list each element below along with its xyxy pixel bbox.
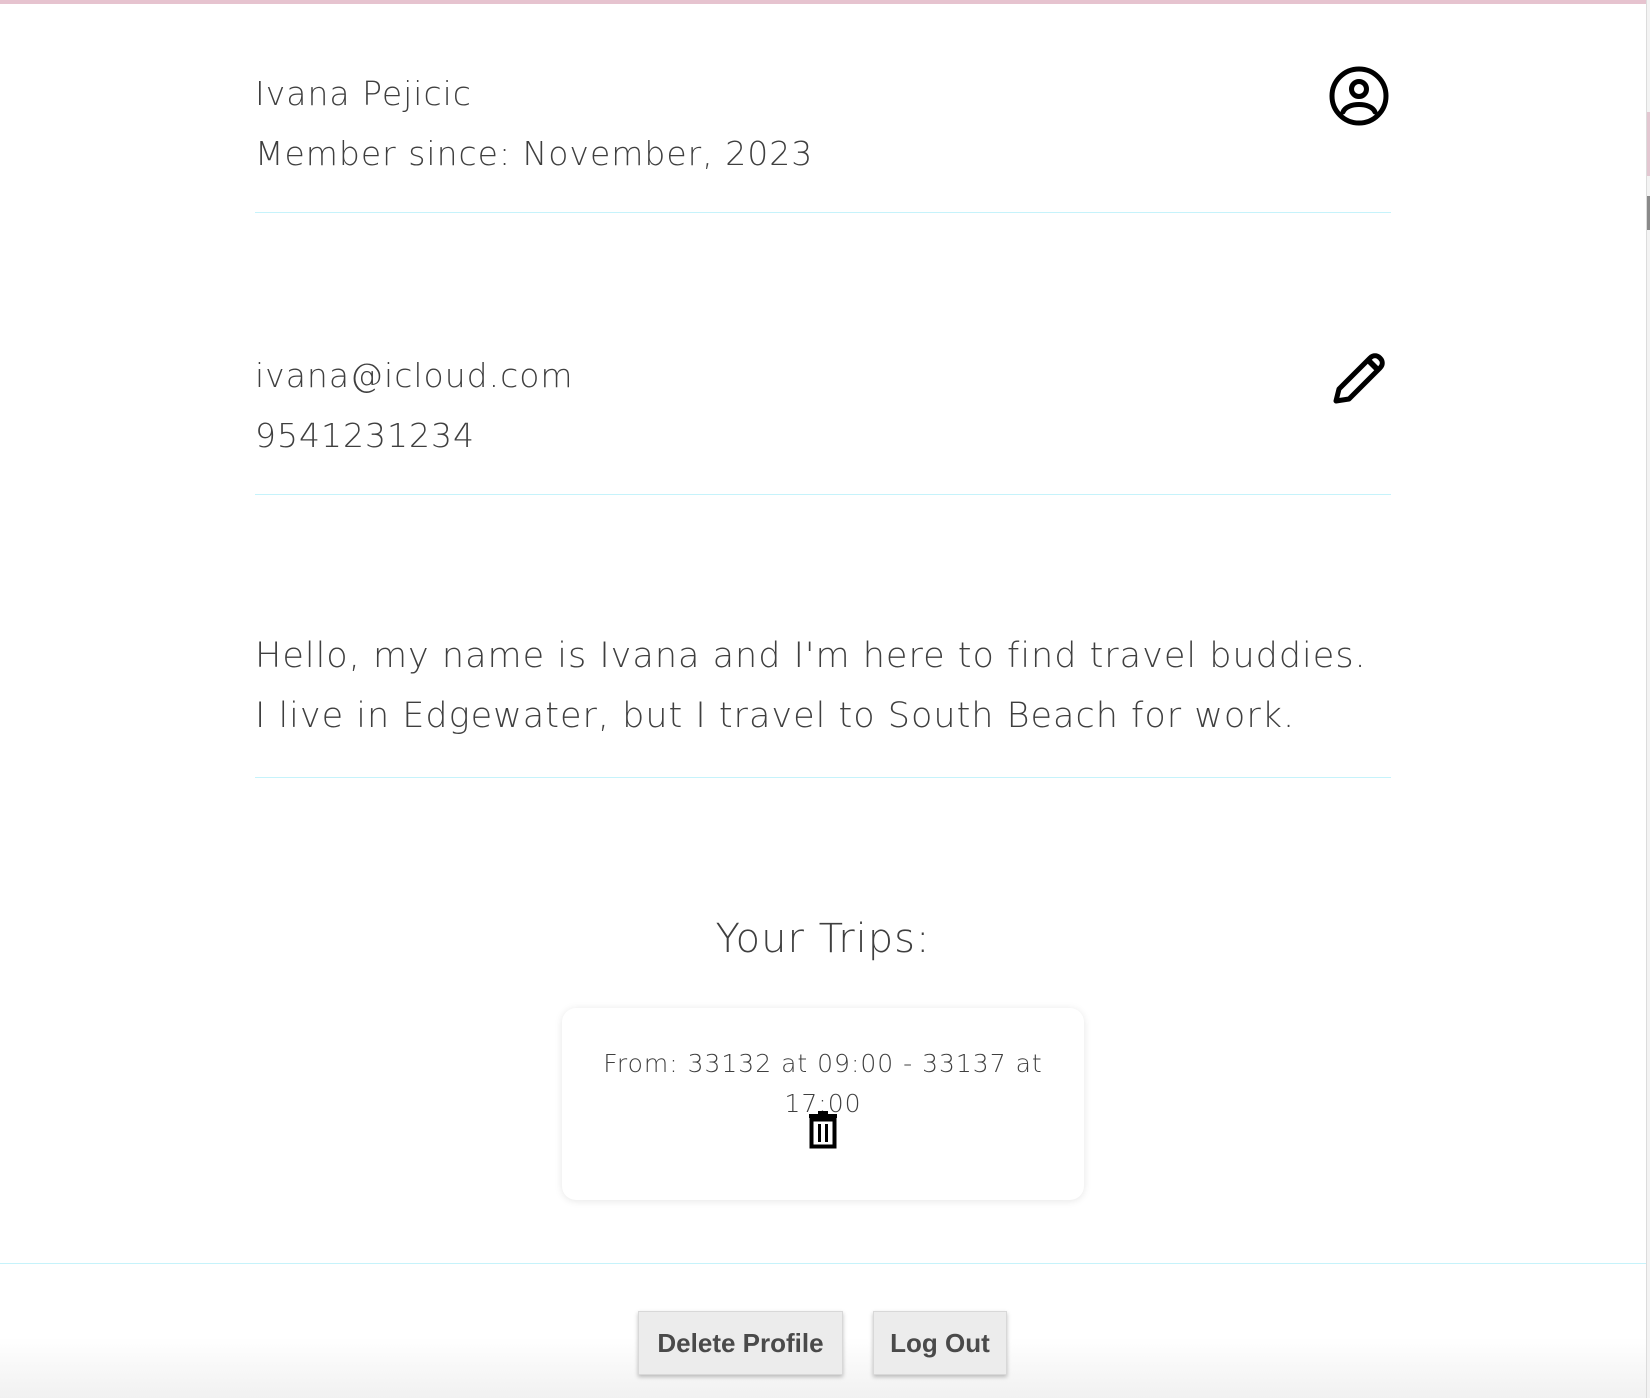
profile-section: Ivana Pejicic Member since: November, 20… — [255, 56, 1391, 213]
delete-profile-button[interactable]: Delete Profile — [638, 1311, 843, 1375]
window-top-strip — [0, 0, 1650, 4]
account-circle-icon[interactable] — [1327, 64, 1391, 128]
trip-card: From: 33132 at 09:00 - 33137 at 17:00 — [562, 1008, 1084, 1200]
scrollbar[interactable] — [1646, 0, 1650, 1398]
profile-name: Ivana Pejicic — [255, 74, 472, 113]
log-out-button[interactable]: Log Out — [873, 1311, 1007, 1375]
email-text: ivana@icloud.com — [255, 356, 574, 395]
trash-icon[interactable] — [803, 1108, 843, 1152]
pencil-icon[interactable] — [1327, 346, 1391, 410]
bio-section: Hello, my name is Ivana and I'm here to … — [255, 616, 1391, 778]
bio-text: Hello, my name is Ivana and I'm here to … — [255, 636, 1367, 736]
phone-text: 9541231234 — [255, 416, 475, 455]
trips-heading: Your Trips: — [715, 916, 931, 962]
contact-section: ivana@icloud.com 9541231234 — [255, 338, 1391, 495]
member-since: Member since: November, 2023 — [255, 134, 814, 173]
footer-divider — [0, 1263, 1646, 1264]
